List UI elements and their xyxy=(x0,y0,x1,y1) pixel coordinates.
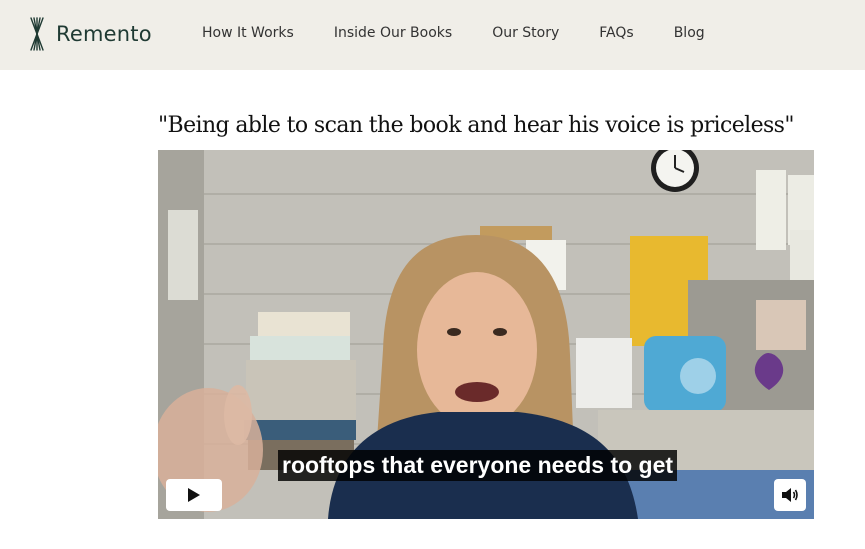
nav-inside-our-books[interactable]: Inside Our Books xyxy=(334,25,452,41)
brand-logo[interactable]: Remento xyxy=(28,17,152,51)
volume-button[interactable] xyxy=(774,479,806,511)
testimonial-quote: "Being able to scan the book and hear hi… xyxy=(158,113,794,138)
brand-name: Remento xyxy=(56,22,152,46)
site-header: Remento How It Works Inside Our Books Ou… xyxy=(0,0,865,70)
nav-how-it-works[interactable]: How It Works xyxy=(202,25,294,41)
remento-logo-icon xyxy=(30,17,44,51)
volume-icon xyxy=(782,488,798,502)
nav-faqs[interactable]: FAQs xyxy=(599,25,633,41)
play-button[interactable] xyxy=(166,479,222,511)
play-icon xyxy=(188,488,200,502)
testimonial-video[interactable]: rooftops that everyone needs to get xyxy=(158,150,814,519)
video-caption: rooftops that everyone needs to get xyxy=(278,450,678,481)
nav-our-story[interactable]: Our Story xyxy=(492,25,559,41)
main-nav: How It Works Inside Our Books Our Story … xyxy=(202,25,745,41)
nav-blog[interactable]: Blog xyxy=(674,25,705,41)
